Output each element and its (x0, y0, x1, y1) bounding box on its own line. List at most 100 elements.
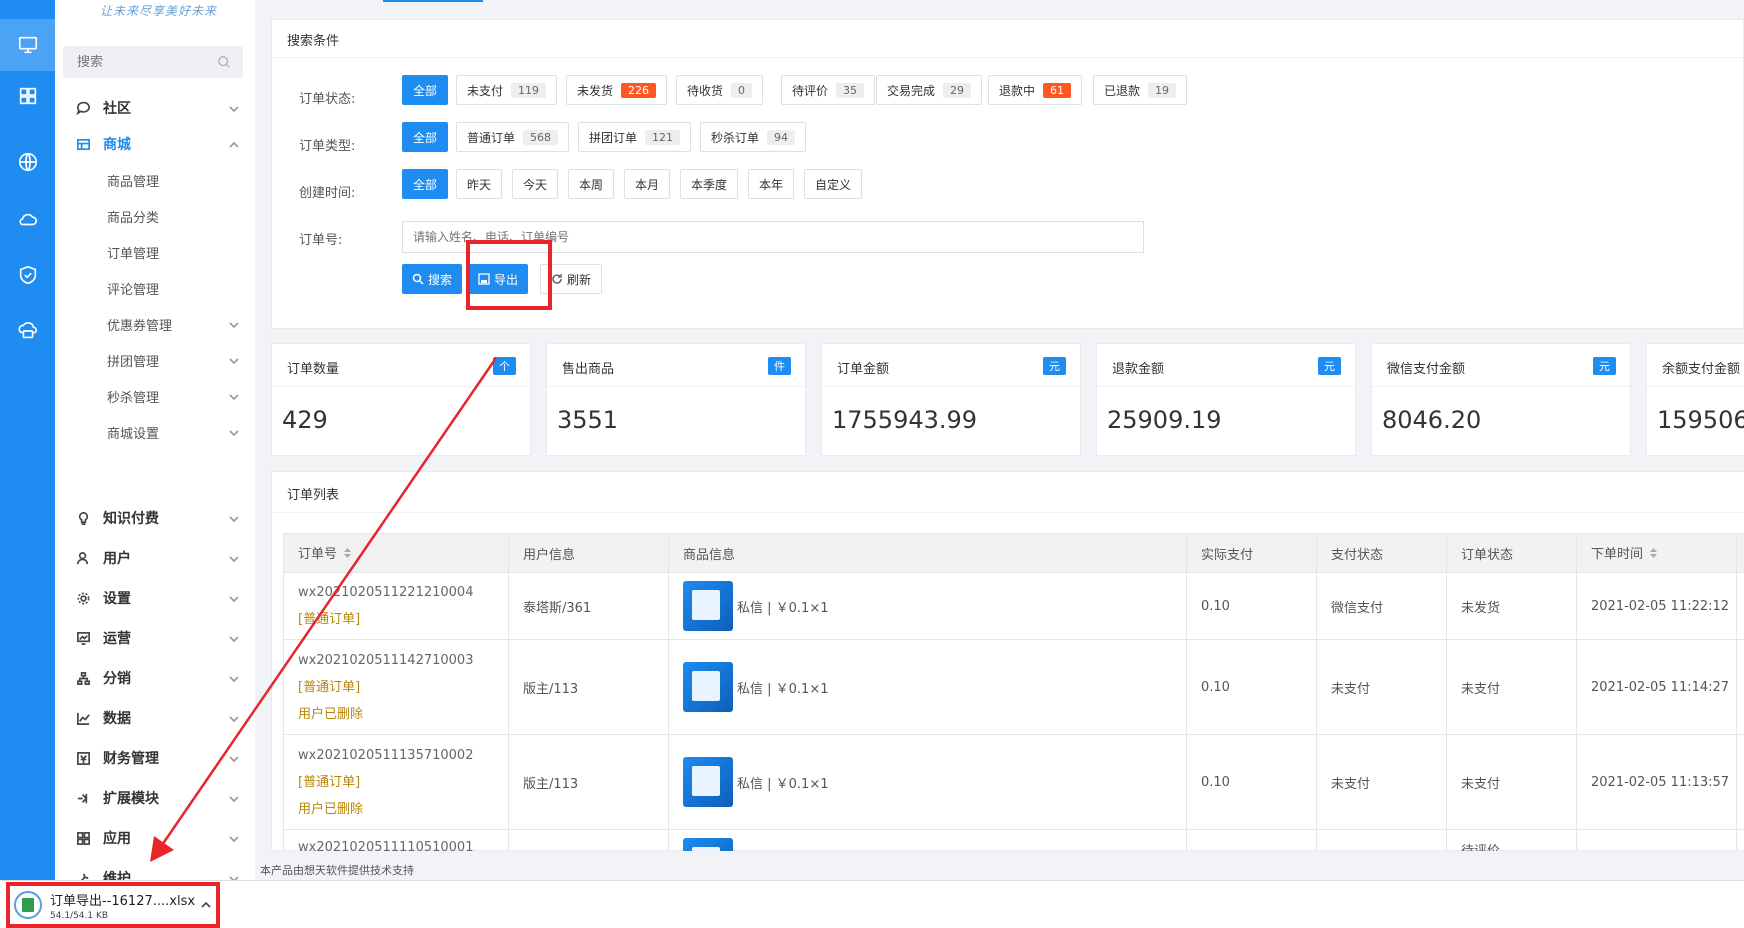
menu-comment-manage[interactable]: 评论管理 (55, 268, 255, 308)
status-chip-all[interactable]: 全部 (402, 75, 449, 105)
search-button[interactable]: 搜索 (402, 264, 463, 294)
stat-card-refund-amount: 退款金额 元 25909.19 (1096, 343, 1356, 456)
stat-value: 1755943.99 (832, 406, 978, 434)
chevron-down-icon (229, 427, 239, 437)
chevron-down-icon (229, 319, 239, 329)
menu-operations[interactable]: 运营 (55, 618, 255, 658)
grid-icon[interactable] (0, 70, 55, 122)
col-order-time[interactable]: 下单时间 (1576, 533, 1737, 573)
menu-mall-settings[interactable]: 商城设置 (55, 412, 255, 452)
sort-icon[interactable] (1649, 547, 1658, 563)
menu-extensions[interactable]: 扩展模块 (55, 778, 255, 818)
menu-mall[interactable]: 商城 (55, 124, 255, 164)
globe-icon[interactable] (0, 136, 55, 188)
sidebar-search[interactable] (63, 46, 243, 78)
stat-value: 25909.19 (1107, 406, 1222, 434)
time-chip-week[interactable]: 本周 (568, 169, 615, 199)
download-highlight-box (6, 882, 220, 928)
col-order-status: 订单状态 (1446, 533, 1577, 573)
order-table-wrap: 订单号 用户信息 商品信息 实际支付 支付状态 订单状态 下单时间 wx2021… (283, 533, 1744, 851)
menu-seckill-manage[interactable]: 秒杀管理 (55, 376, 255, 416)
order-table: 订单号 用户信息 商品信息 实际支付 支付状态 订单状态 下单时间 wx2021… (283, 533, 1744, 851)
time-chip-quarter[interactable]: 本季度 (680, 169, 739, 199)
time-chip-custom[interactable]: 自定义 (804, 169, 863, 199)
status-chip-unshipped[interactable]: 未发货 226 (566, 75, 668, 105)
chevron-down-icon (229, 713, 239, 723)
stat-value: 8046.20 (1382, 406, 1482, 434)
table-row[interactable]: wx2021020511135710002 [普通订单] 用户已删除 版主/113 … (283, 734, 1744, 830)
icon-rail (0, 0, 55, 885)
extension-icon (75, 790, 91, 806)
menu-product-category[interactable]: 商品分类 (55, 196, 255, 236)
type-chip-normal[interactable]: 普通订单 568 (456, 122, 570, 152)
menu-product-manage[interactable]: 商品管理 (55, 160, 255, 200)
col-product-info: 商品信息 (668, 533, 1187, 573)
bulb-icon (75, 510, 91, 526)
download-bar: 订单导出--16127....xlsx 54.1/54.1 KB (0, 881, 1744, 928)
divider (272, 57, 1743, 58)
type-chip-seckill[interactable]: 秒杀订单 94 (700, 122, 807, 152)
search-panel-title: 搜索条件 (287, 34, 340, 49)
unit-badge: 个 (493, 357, 516, 375)
status-chip-to-review[interactable]: 待评价 35 (781, 75, 876, 105)
col-pay-status: 支付状态 (1316, 533, 1447, 573)
search-icon (218, 56, 230, 68)
chevron-down-icon (229, 593, 239, 603)
menu-data[interactable]: 数据 (55, 698, 255, 738)
type-chip-group[interactable]: 拼团订单 121 (578, 122, 692, 152)
export-highlight-box (466, 240, 552, 310)
cloud-icon[interactable] (0, 193, 55, 245)
menu-knowledge-pay[interactable]: 知识付费 (55, 498, 255, 538)
status-chip-to-receive[interactable]: 待收货 0 (676, 75, 764, 105)
table-row[interactable]: wx2021020511110510001 待评价 (283, 829, 1744, 851)
time-chip-month[interactable]: 本月 (624, 169, 671, 199)
product-thumbnail (683, 581, 733, 631)
col-order-no[interactable]: 订单号 (283, 533, 509, 573)
time-chip-yesterday[interactable]: 昨天 (456, 169, 503, 199)
cloud-server-icon[interactable] (0, 305, 55, 357)
status-chip-unpaid[interactable]: 未支付 119 (456, 75, 558, 105)
menu-order-manage[interactable]: 订单管理 (55, 232, 255, 272)
sort-icon[interactable] (343, 547, 352, 563)
time-chip-all[interactable]: 全部 (402, 169, 449, 199)
menu-group-manage[interactable]: 拼团管理 (55, 340, 255, 380)
logo: 让未来尽享美好未来 (100, 4, 218, 18)
menu-finance[interactable]: 财务管理 (55, 738, 255, 778)
col-paid: 实际支付 (1186, 533, 1317, 573)
sidebar: 让未来尽享美好未来 社区 商城 商品管理 商品分类 订单管理 评论管理 优惠券管… (55, 0, 255, 885)
table-row[interactable]: wx2021020511221210004 [普通订单] 泰塔斯/361 私信 |… (283, 572, 1744, 640)
stat-card-order-amount: 订单金额 元 1755943.99 (821, 343, 1081, 456)
menu-settings[interactable]: 设置 (55, 578, 255, 618)
menu-users[interactable]: 用户 (55, 538, 255, 578)
status-chip-refunding[interactable]: 退款中 61 (988, 75, 1083, 105)
monitor-icon[interactable] (0, 19, 55, 71)
menu-apps[interactable]: 应用 (55, 818, 255, 858)
shield-icon[interactable] (0, 249, 55, 301)
gear-icon (75, 590, 91, 606)
unit-badge: 元 (1043, 357, 1066, 375)
menu-distribution[interactable]: 分销 (55, 658, 255, 698)
unit-badge: 元 (1593, 357, 1616, 375)
footer-note: 本产品由想天软件提供技术支持 (260, 864, 414, 877)
apps-icon (75, 830, 91, 846)
store-icon (75, 136, 91, 152)
table-row[interactable]: wx2021020511142710003 [普通订单] 用户已删除 版主/113 … (283, 639, 1744, 735)
status-chip-completed[interactable]: 交易完成 29 (876, 75, 983, 105)
menu-community[interactable]: 社区 (55, 88, 255, 128)
chevron-down-icon (229, 753, 239, 763)
order-list-title: 订单列表 (287, 488, 340, 503)
search-input[interactable] (63, 46, 213, 78)
chevron-up-icon (229, 139, 239, 149)
stat-value: 3551 (557, 406, 619, 434)
line-chart-icon (75, 710, 91, 726)
time-chip-year[interactable]: 本年 (748, 169, 795, 199)
status-chip-refunded[interactable]: 已退款 19 (1093, 75, 1188, 105)
time-chip-today[interactable]: 今天 (512, 169, 559, 199)
product-thumbnail (683, 757, 733, 807)
product-thumbnail (683, 838, 733, 851)
stat-value: 159506 (1657, 406, 1744, 434)
menu-coupon-manage[interactable]: 优惠券管理 (55, 304, 255, 344)
chart-screen-icon (75, 630, 91, 646)
type-chip-all[interactable]: 全部 (402, 122, 449, 152)
order-type-label: 订单类型: (299, 139, 356, 154)
